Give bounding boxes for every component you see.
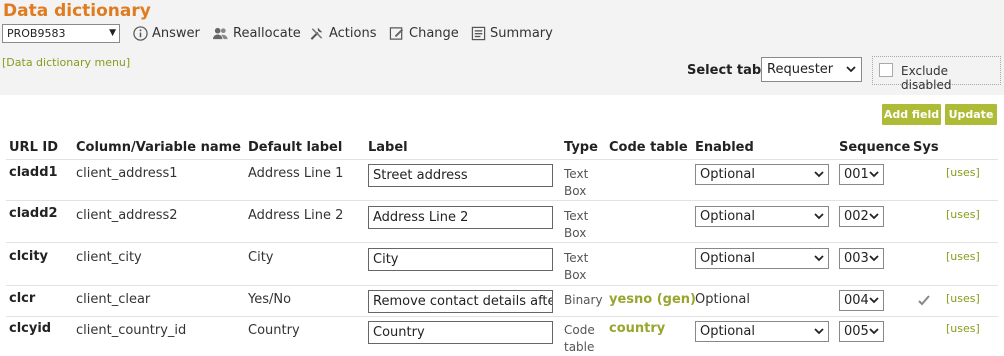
enabled-select[interactable]: Optional — [695, 206, 829, 227]
sequence-select[interactable]: 005 — [839, 321, 884, 342]
col-header-code-table: Code table — [609, 140, 688, 155]
uses-link[interactable]: [uses] — [946, 250, 980, 263]
row-divider — [6, 242, 998, 243]
url-id: clcity — [9, 249, 49, 264]
url-id: clcr — [9, 291, 36, 306]
chevron-down-icon — [869, 297, 879, 304]
table-select-value: Requester — [767, 62, 834, 77]
column-name: client_address2 — [76, 208, 178, 223]
enabled-value: Optional — [695, 292, 750, 307]
problem-select[interactable]: PROB9583 ▼ — [2, 24, 120, 43]
type: Binary — [564, 293, 603, 307]
reallocate-button[interactable]: Reallocate — [212, 26, 301, 41]
label-input[interactable]: City — [368, 248, 553, 271]
chevron-down-icon — [814, 213, 824, 220]
column-name: client_city — [76, 250, 142, 265]
sequence-select[interactable]: 002 — [839, 206, 884, 227]
default-label: Address Line 2 — [248, 208, 344, 223]
col-header-label: Label — [368, 140, 408, 155]
actions-button[interactable]: Actions — [309, 26, 377, 41]
tools-icon — [310, 27, 323, 40]
label-input[interactable]: Remove contact details after clo — [368, 290, 553, 313]
enabled-select[interactable]: Optional — [695, 248, 829, 269]
uses-link[interactable]: [uses] — [946, 292, 980, 305]
code-table-link[interactable]: country — [609, 321, 665, 336]
row-divider — [6, 285, 998, 286]
reallocate-label: Reallocate — [233, 26, 301, 41]
change-label: Change — [409, 26, 459, 41]
default-label: City — [248, 250, 274, 265]
edit-icon — [389, 27, 404, 40]
row-divider — [6, 316, 998, 317]
users-icon — [213, 27, 228, 40]
type: Text Box — [564, 251, 589, 282]
chevron-down-icon — [846, 66, 856, 73]
answer-button[interactable]: Answer — [133, 26, 200, 41]
actions-label: Actions — [329, 26, 377, 41]
uses-link[interactable]: [uses] — [946, 322, 980, 335]
exclude-disabled-label: Exclude disabled — [901, 64, 952, 92]
chevron-down-icon — [814, 255, 824, 262]
exclude-disabled-toggle[interactable]: Exclude disabled — [872, 56, 1001, 92]
summary-icon — [471, 26, 486, 41]
chevron-down-icon: ▼ — [109, 28, 116, 38]
col-header-type: Type — [564, 140, 598, 155]
enabled-select[interactable]: Optional — [695, 164, 829, 185]
header-area: Data dictionary PROB9583 ▼ Answer Reallo… — [0, 0, 1004, 95]
col-header-sequence: Sequence — [839, 140, 911, 155]
type: Text Box — [564, 167, 589, 198]
sequence-select[interactable]: 003 — [839, 248, 884, 269]
col-header-url-id: URL ID — [9, 140, 59, 155]
summary-label: Summary — [490, 26, 553, 41]
page-title: Data dictionary — [3, 1, 151, 21]
info-icon — [133, 26, 148, 41]
column-name: client_clear — [76, 292, 151, 307]
label-input[interactable]: Street address — [368, 164, 553, 187]
chevron-down-icon — [814, 328, 824, 335]
change-button[interactable]: Change — [389, 26, 459, 41]
check-icon — [918, 295, 930, 306]
summary-button[interactable]: Summary — [471, 26, 553, 41]
type: Code table — [564, 323, 595, 354]
default-label: Country — [248, 323, 300, 338]
chevron-down-icon — [869, 328, 879, 335]
sequence-select[interactable]: 001 — [839, 164, 884, 185]
header-divider — [6, 159, 998, 160]
table-select[interactable]: Requester — [761, 57, 862, 82]
url-id: cladd1 — [9, 165, 58, 180]
label-input[interactable]: Address Line 2 — [368, 206, 553, 229]
uses-link[interactable]: [uses] — [946, 166, 980, 179]
col-header-sys: Sys — [913, 140, 939, 155]
exclude-disabled-checkbox[interactable] — [879, 63, 893, 77]
type: Text Box — [564, 209, 589, 240]
url-id: clcyid — [9, 321, 52, 336]
col-header-enabled: Enabled — [695, 140, 754, 155]
problem-select-value: PROB9583 — [7, 27, 66, 40]
code-table-link[interactable]: yesno (gen) — [609, 292, 696, 307]
answer-label: Answer — [152, 26, 200, 41]
col-header-column-name: Column/Variable name — [76, 140, 241, 155]
url-id: cladd2 — [9, 206, 58, 221]
chevron-down-icon — [814, 171, 824, 178]
enabled-select[interactable]: Optional — [695, 321, 829, 342]
data-dictionary-menu-link[interactable]: [Data dictionary menu] — [2, 56, 130, 69]
column-name: client_address1 — [76, 166, 178, 181]
row-divider — [6, 200, 998, 201]
col-header-default-label: Default label — [248, 140, 343, 155]
chevron-down-icon — [869, 255, 879, 262]
update-button[interactable]: Update — [945, 104, 997, 125]
chevron-down-icon — [869, 213, 879, 220]
sequence-select[interactable]: 004 — [839, 290, 884, 311]
column-name: client_country_id — [76, 323, 187, 338]
default-label: Address Line 1 — [248, 166, 344, 181]
label-input[interactable]: Country — [368, 321, 553, 344]
chevron-down-icon — [869, 171, 879, 178]
uses-link[interactable]: [uses] — [946, 208, 980, 221]
add-field-button[interactable]: Add field — [882, 104, 941, 125]
default-label: Yes/No — [248, 292, 292, 307]
